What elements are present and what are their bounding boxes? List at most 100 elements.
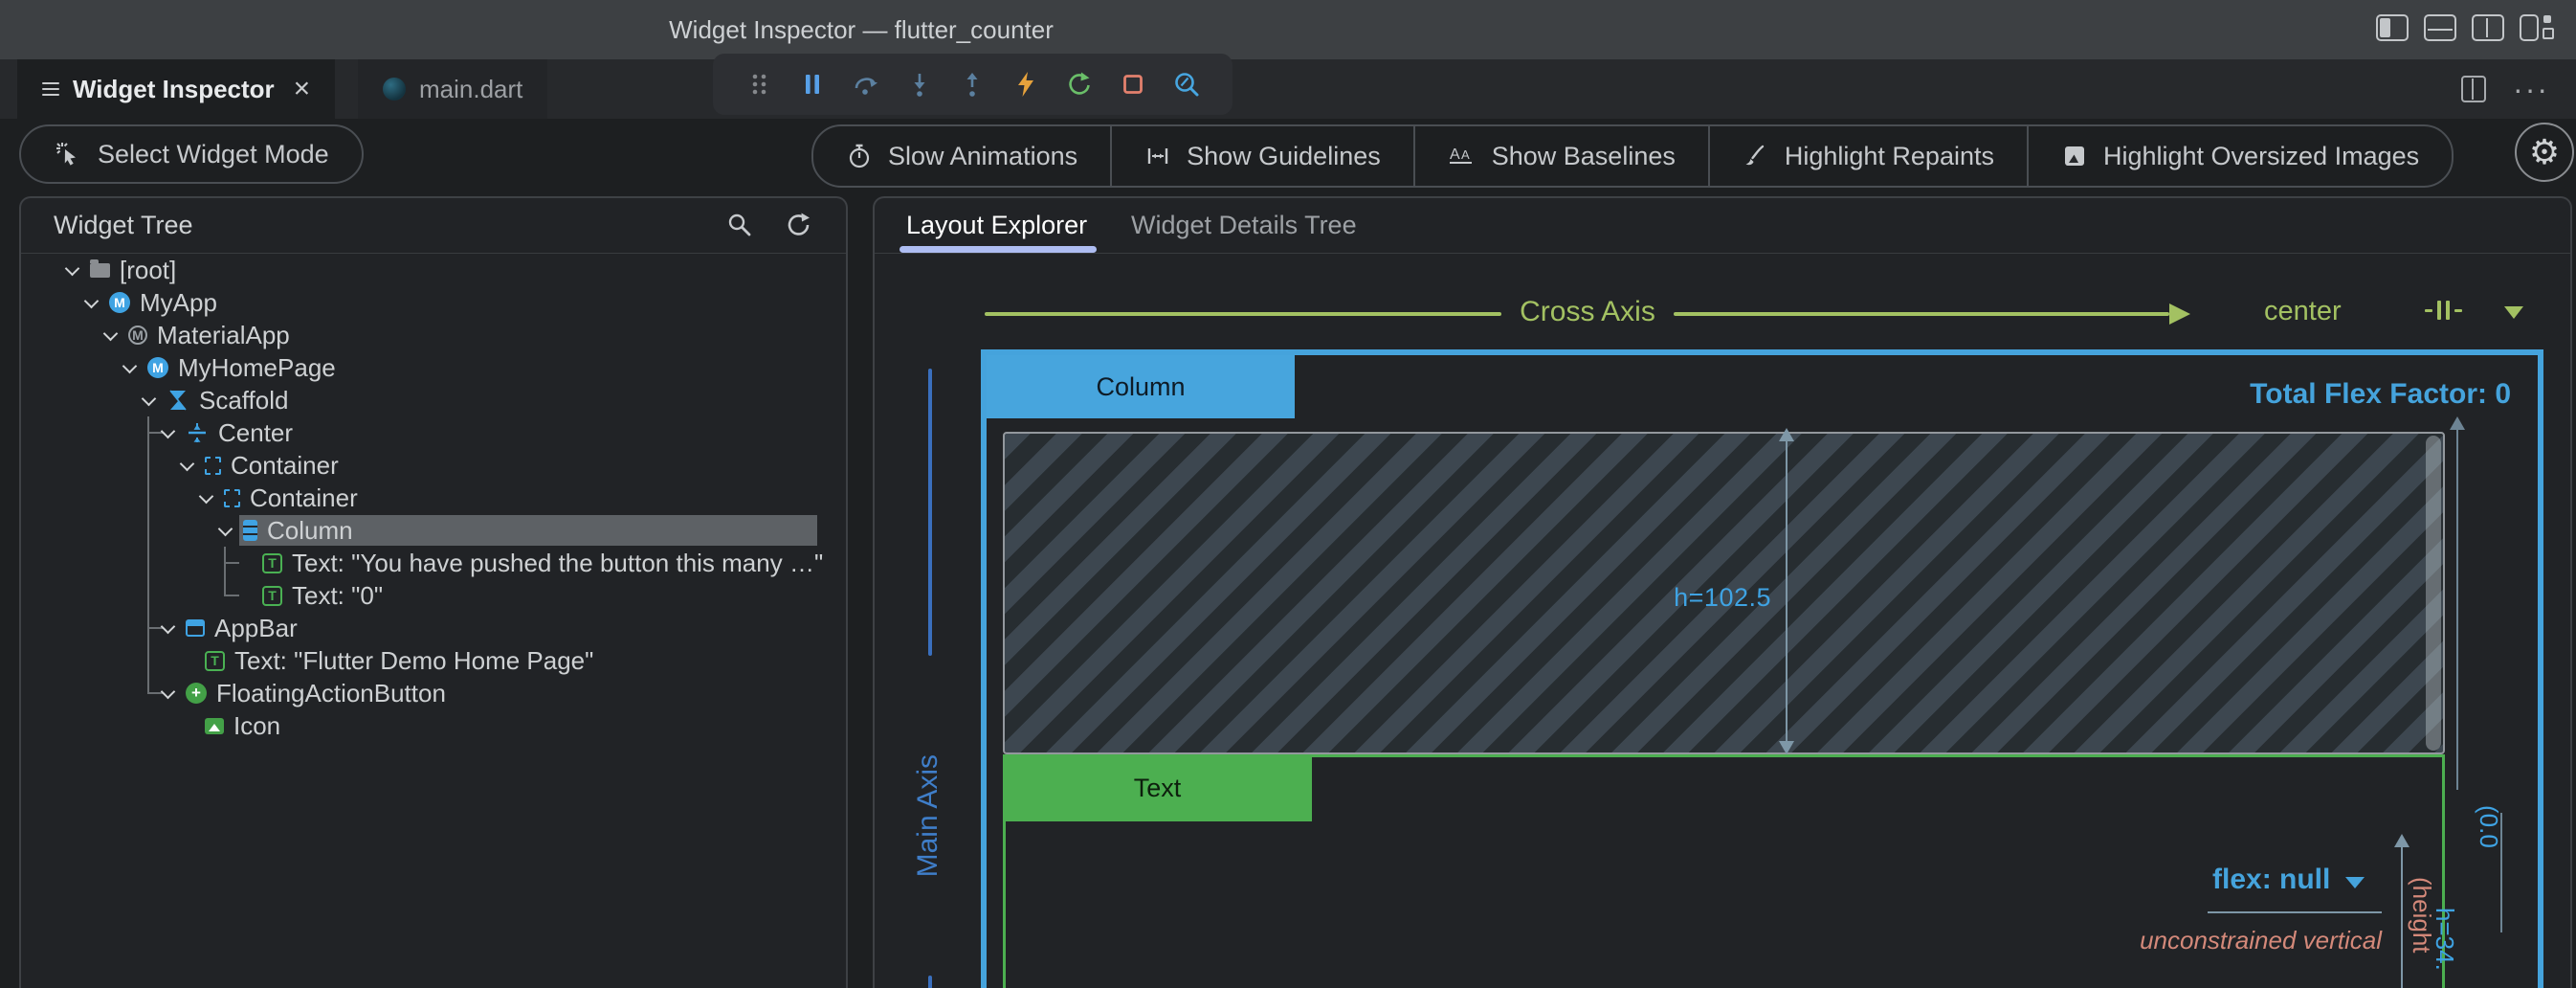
search-icon[interactable] — [725, 211, 754, 239]
toggle-show-guidelines[interactable]: Show Guidelines — [1110, 126, 1413, 186]
tree-item-label: AppBar — [214, 614, 298, 643]
tree-row-column[interactable]: Column — [21, 514, 846, 547]
inspector-toolbar: Select Widget Mode Slow Animations Show G… — [0, 119, 2576, 191]
tree-row-floatingactionbutton[interactable]: + FloatingActionButton — [21, 677, 846, 709]
chevron-down-icon[interactable] — [159, 424, 176, 441]
text-widget-tab[interactable]: Text — [1003, 754, 1312, 821]
toggle-right-dock-icon[interactable] — [2472, 14, 2504, 41]
chevron-down-icon[interactable] — [63, 261, 80, 279]
m-filled-widget-icon: M — [109, 292, 130, 313]
tree-row-text-you-have-pushed-the-butto[interactable]: TText: "You have pushed the button this … — [21, 547, 846, 579]
tree-item-label: Column — [267, 516, 353, 546]
tree-row-myapp[interactable]: M MyApp — [21, 286, 846, 319]
chevron-down-icon[interactable] — [2504, 306, 2523, 319]
tree-row-myhomepage[interactable]: MMyHomePage — [21, 351, 846, 384]
chevron-down-icon[interactable] — [121, 359, 138, 376]
tree-item-label: Scaffold — [199, 386, 288, 415]
project-panel-icon-dot-top — [2543, 15, 2551, 23]
hot-reload-icon[interactable] — [1010, 69, 1041, 100]
tab-main-dart[interactable]: main.dart — [358, 59, 547, 119]
tree-row-text-flutter-demo-home-page-[interactable]: TText: "Flutter Demo Home Page" — [21, 644, 846, 677]
oversized-image-icon — [2061, 143, 2088, 169]
tree-row-icon[interactable]: Icon — [21, 709, 846, 742]
chevron-down-icon[interactable] — [159, 619, 176, 637]
stop-icon[interactable] — [1118, 69, 1148, 100]
text-height-value: h=34. — [2430, 908, 2459, 971]
chevron-down-icon — [2345, 877, 2365, 888]
select-widget-mode-label: Select Widget Mode — [98, 140, 329, 169]
toggle-slow-animations[interactable]: Slow Animations — [813, 126, 1110, 186]
tab-widget-inspector[interactable]: Widget Inspector × — [17, 59, 335, 119]
cross-axis-alignment-icon[interactable] — [2425, 301, 2462, 320]
tree-row-scaffold[interactable]: Scaffold — [21, 384, 846, 416]
scaffold-widget-icon — [167, 389, 189, 412]
tree-item-label: MyApp — [140, 288, 217, 318]
svg-text:A: A — [1461, 147, 1470, 162]
tree-row--root-[interactable]: [root] — [21, 254, 846, 286]
cross-axis-alignment-value[interactable]: center — [2264, 296, 2342, 327]
image-widget-icon — [205, 718, 224, 734]
flex-dropdown[interactable]: flex: null — [2212, 864, 2365, 896]
widget-tree: [root] M MyAppMMaterialAppMMyHomePageScaff… — [21, 254, 846, 988]
tab-widget-details-tree[interactable]: Widget Details Tree — [1131, 198, 1357, 253]
tab-main-dart-label: main.dart — [419, 75, 522, 104]
column-widget-tab[interactable]: Column — [987, 355, 1295, 418]
toggle-bottom-dock-icon[interactable] — [2424, 14, 2456, 41]
refresh-icon[interactable] — [785, 211, 813, 239]
step-into-icon[interactable] — [904, 69, 935, 100]
height-arrow-line — [1786, 439, 1788, 744]
column-widget-icon — [243, 520, 257, 541]
devtools-window: Widget Inspector — flutter_counter Widge… — [0, 0, 2576, 988]
tab-widget-inspector-label: Widget Inspector — [73, 75, 275, 104]
toggle-left-dock-icon[interactable] — [2376, 14, 2409, 41]
toggle-label: Show Guidelines — [1187, 142, 1381, 171]
more-menu-icon[interactable]: ··· — [2513, 79, 2549, 99]
tree-item-label: FloatingActionButton — [216, 679, 446, 708]
column-widget-box[interactable]: Column Total Flex Factor: 0 h=102.5 Text… — [981, 349, 2543, 988]
tree-row-text-0-[interactable]: TText: "0" — [21, 579, 846, 612]
container-widget-icon — [205, 457, 221, 475]
close-tab-icon[interactable]: × — [294, 75, 311, 103]
fab-widget-icon: + — [186, 683, 207, 704]
chevron-down-icon[interactable] — [178, 457, 195, 474]
cross-axis-label: Cross Axis — [1501, 296, 1674, 328]
tree-row-appbar[interactable]: AppBar — [21, 612, 846, 644]
select-widget-mode-button[interactable]: Select Widget Mode — [19, 124, 364, 184]
tree-row-container[interactable]: Container — [21, 449, 846, 482]
chevron-down-icon[interactable] — [197, 489, 214, 506]
column-constraint-line2 — [2500, 813, 2502, 932]
toggle-highlight-repaints[interactable]: Highlight Repaints — [1708, 126, 2027, 186]
toggle-show-baselines[interactable]: AAShow Baselines — [1413, 126, 1708, 186]
drag-handle-icon[interactable] — [744, 69, 774, 100]
project-panel-icon-dot-bottom — [2543, 28, 2554, 39]
main-axis-line-bottom — [928, 976, 932, 988]
tree-item-label: MaterialApp — [157, 321, 290, 350]
project-panel-icon[interactable] — [2520, 14, 2539, 41]
toggle-highlight-oversized-images[interactable]: Highlight Oversized Images — [2027, 126, 2452, 186]
tree-row-center[interactable]: Center — [21, 416, 846, 449]
tree-row-container[interactable]: Container — [21, 482, 846, 514]
chevron-down-icon[interactable] — [159, 685, 176, 702]
widget-inspector-icon[interactable] — [1171, 69, 1202, 100]
settings-gear-button[interactable]: ⚙ — [2515, 123, 2574, 182]
chevron-down-icon[interactable] — [101, 326, 119, 344]
text-widget-icon: T — [262, 553, 282, 573]
widget-tree-panel: Widget Tree [root]MMyAppMMaterialAppMMyH… — [19, 196, 848, 988]
toggle-label: Show Baselines — [1492, 142, 1676, 171]
flex-value-label: flex: null — [2212, 864, 2330, 896]
column-constraint-fragment: (0.0 — [2474, 805, 2503, 848]
tree-item-label: Text: "Flutter Demo Home Page" — [234, 646, 593, 676]
chevron-down-icon[interactable] — [140, 392, 157, 409]
pause-icon[interactable] — [797, 69, 828, 100]
step-over-icon[interactable] — [851, 69, 881, 100]
free-space-edge-bar — [2426, 436, 2441, 751]
chevron-down-icon[interactable] — [216, 522, 233, 539]
restart-icon[interactable] — [1064, 69, 1095, 100]
tree-connector-line — [224, 547, 226, 595]
split-editor-icon[interactable] — [2461, 76, 2486, 102]
tab-layout-explorer[interactable]: Layout Explorer — [906, 198, 1087, 253]
chevron-down-icon[interactable] — [82, 294, 100, 311]
tree-row-materialapp[interactable]: MMaterialApp — [21, 319, 846, 351]
text-height-arrow-line — [2401, 845, 2403, 988]
step-out-icon[interactable] — [957, 69, 988, 100]
